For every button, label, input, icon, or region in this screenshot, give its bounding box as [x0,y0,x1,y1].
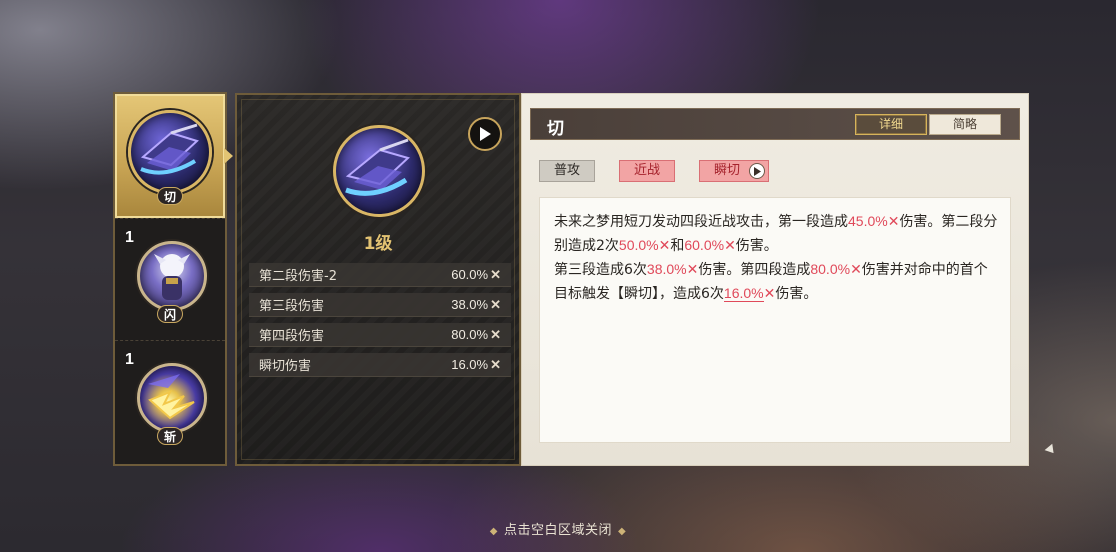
tag-instant-cut[interactable]: 瞬切 [699,160,770,182]
desc-value: 60.0% [684,237,725,253]
tab-brief[interactable]: 简略 [929,114,1001,135]
multiplier-icon: ✕ [658,238,671,254]
stat-row: 第四段伤害 80.0% ✕ [249,323,511,347]
stat-value: 60.0% [451,267,489,282]
skill-stat-panel: 1级 第二段伤害-2 60.0% ✕ 第三段伤害 38.0% ✕ 第四段伤害 80.… [235,93,521,466]
desc-value: 50.0% [618,237,659,253]
stat-value-wrap: 38.0% ✕ [451,297,501,313]
play-icon [480,127,491,141]
tag-melee: 近战 [619,160,676,182]
detail-header: 切 详细 简略 [530,108,1020,140]
diamond-icon: ◆ [618,526,627,537]
multiplier-icon: ✕ [724,238,736,254]
multiplier-icon: ✕ [490,326,501,342]
play-icon[interactable] [749,163,766,179]
stat-value-wrap: 16.0% ✕ [451,357,501,373]
skill-description: 未来之梦用短刀发动四段近战攻击，第一段造成45.0%✕伤害。第二段分别造成2次5… [539,197,1011,443]
multiplier-icon: ✕ [490,356,501,372]
tag-basic-attack: 普攻 [539,160,596,182]
close-hint[interactable]: ◆ 点击空白区域关闭 ◆ [0,519,1116,538]
skill-icon-large [333,125,425,217]
skill-tag: 闪 [157,305,183,323]
desc-value: 80.0% [810,261,851,277]
desc-text: 和 [670,238,685,254]
desc-value: 45.0% [848,213,888,229]
skill-detail-panel: 切 详细 简略 普攻 近战 瞬切 未来之梦用短刀发动四段近战攻击，第一段造成45… [521,93,1029,466]
stat-row: 瞬切伤害 16.0% ✕ [249,353,511,377]
skill-icon-zhan [137,363,207,433]
desc-text: 伤害。第四段造成 [698,262,811,278]
skill-icon-shan [137,241,207,311]
stat-label: 第四段伤害 [259,329,325,344]
skill-slot-shan[interactable]: 1 闪 [115,218,225,340]
selected-caret [224,148,233,164]
stat-list: 第二段伤害-2 60.0% ✕ 第三段伤害 38.0% ✕ 第四段伤害 80.0% ✕… [249,263,511,383]
multiplier-icon: ✕ [763,286,776,302]
stat-value-wrap: 80.0% ✕ [451,327,501,343]
skill-title: 切 [547,119,564,139]
stat-row: 第二段伤害-2 60.0% ✕ [249,263,511,287]
multiplier-icon: ✕ [686,262,699,278]
skill-level: 1 [125,229,134,246]
stat-value-wrap: 60.0% ✕ [451,267,501,283]
cursor-icon [1044,443,1058,457]
multiplier-icon: ✕ [490,296,501,312]
skill-slot-qie[interactable]: 切 [115,94,233,218]
skill-tag: 切 [157,187,183,205]
desc-text: 伤害。 [775,286,818,302]
stat-label: 第三段伤害 [259,299,325,314]
stat-value: 38.0% [451,297,489,312]
stat-value: 80.0% [451,327,489,342]
desc-value: 38.0% [646,261,687,277]
skill-level: 1 [125,351,134,368]
stat-value: 16.0% [451,357,489,372]
skill-icon-qie [128,110,212,194]
skill-slot-zhan[interactable]: 1 斩 [115,340,225,464]
tag-label: 瞬切 [714,163,741,178]
diamond-icon: ◆ [489,526,498,537]
multiplier-icon: ✕ [850,262,862,278]
stat-row: 第三段伤害 38.0% ✕ [249,293,511,317]
multiplier-icon: ✕ [887,214,900,230]
desc-text: 未来之梦用短刀发动四段近战攻击，第一段造成 [554,214,848,230]
desc-text: 伤害。 [735,238,778,254]
desc-link-value[interactable]: 16.0% [723,285,764,302]
play-preview-button[interactable] [468,117,502,151]
tab-detailed[interactable]: 详细 [855,114,927,135]
close-hint-text: 点击空白区域关闭 [503,523,612,538]
stat-label: 第二段伤害-2 [259,269,337,284]
skill-tag: 斩 [157,427,183,445]
desc-text: 第三段造成6次 [554,262,647,278]
skill-level-label: 1级 [363,234,393,254]
stat-label: 瞬切伤害 [259,359,312,374]
multiplier-icon: ✕ [490,266,501,282]
skill-list: 切 1 闪 1 斩 [113,92,233,466]
